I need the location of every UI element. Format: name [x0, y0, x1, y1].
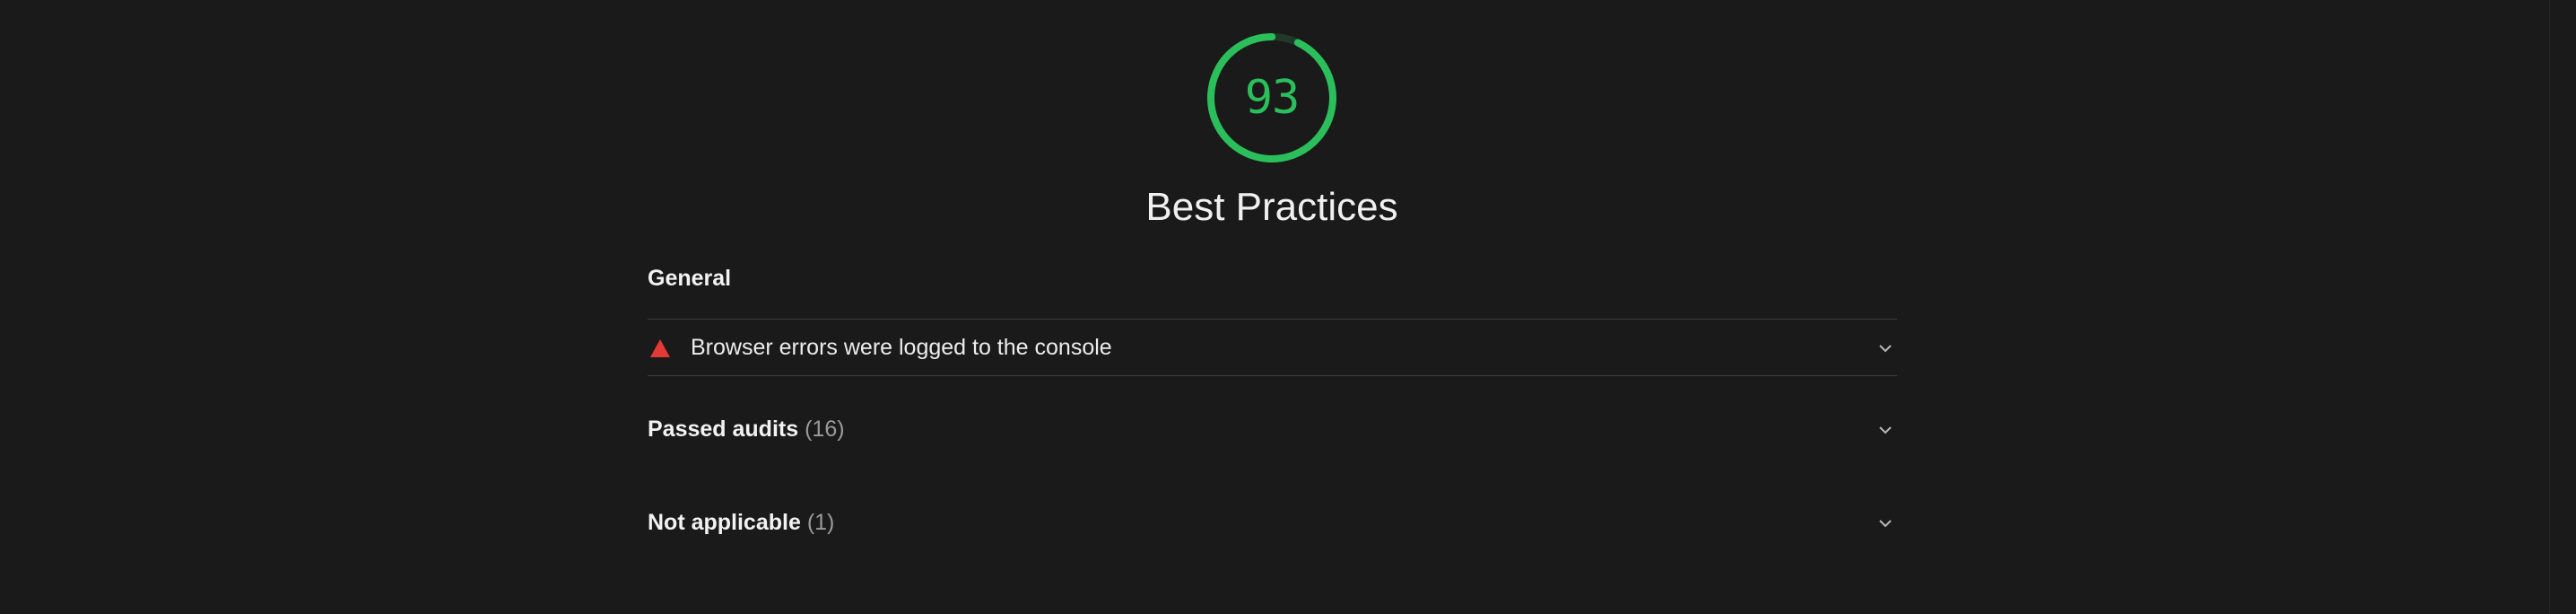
not-applicable-count: (1) [806, 510, 835, 535]
audit-row-errors-in-console[interactable]: Browser errors were logged to the consol… [648, 320, 1897, 375]
chevron-down-icon[interactable] [1879, 424, 1892, 436]
audit-title: Browser errors were logged to the consol… [691, 335, 1112, 360]
not-applicable-text: Not applicable [648, 510, 801, 535]
category-title: Best Practices [1145, 185, 1398, 229]
chevron-down-icon[interactable] [1879, 517, 1892, 530]
divider [648, 375, 1897, 376]
not-applicable-section[interactable]: Not applicable (1) [648, 501, 1897, 546]
score-value: 93 [1244, 71, 1301, 125]
scrollbar-track[interactable] [2549, 0, 2550, 614]
warning-triangle-icon [650, 339, 670, 357]
not-applicable-label: Not applicable (1) [648, 510, 834, 536]
passed-audits-section[interactable]: Passed audits (16) [648, 408, 1897, 452]
divider [648, 319, 1897, 320]
chevron-down-icon[interactable] [1879, 342, 1892, 355]
group-title-general: General [648, 266, 732, 291]
passed-audits-count: (16) [805, 417, 845, 442]
lighthouse-report: 93 Best Practices General Browser errors… [0, 0, 2576, 614]
score-gauge[interactable]: 93 [1206, 32, 1337, 163]
passed-audits-text: Passed audits [648, 417, 799, 442]
passed-audits-label: Passed audits (16) [648, 417, 845, 443]
